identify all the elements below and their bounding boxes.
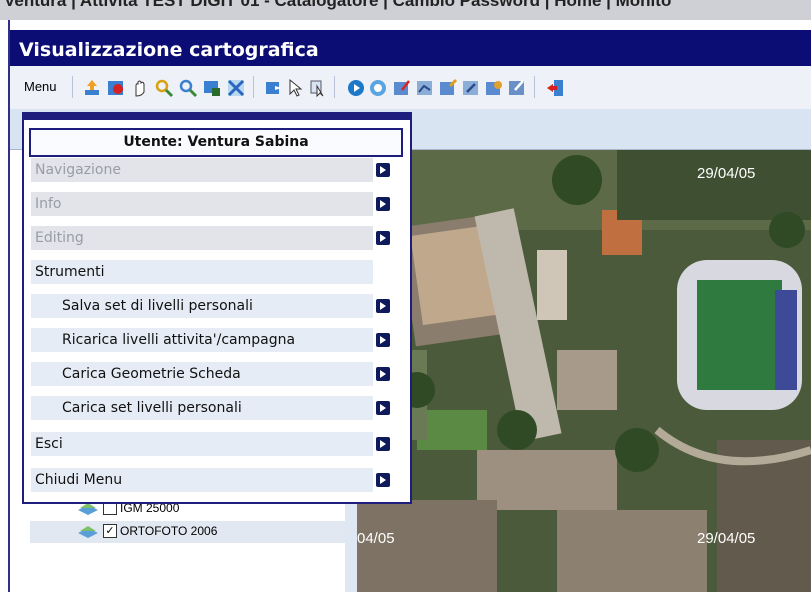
menu-item-label: Strumenti: [35, 264, 105, 280]
submenu-arrow-icon[interactable]: [376, 401, 390, 415]
toolbar: Menu: [10, 66, 811, 110]
upload-icon[interactable]: [82, 78, 102, 98]
orthophoto-image: [357, 150, 811, 592]
menu-item-label: Navigazione: [35, 162, 121, 178]
menu-item-label: Editing: [35, 230, 84, 246]
menu-item[interactable]: Strumenti: [31, 260, 373, 284]
submenu-arrow-icon[interactable]: [376, 231, 390, 245]
submenu-arrow-icon[interactable]: [376, 299, 390, 313]
user-label: Utente: Ventura Sabina: [29, 128, 403, 157]
layer-icon: [78, 526, 98, 538]
menu-item[interactable]: Ricarica livelli attivita'/campagna: [31, 328, 373, 352]
window-title: Visualizzazione cartografica: [19, 39, 319, 61]
select-region-icon[interactable]: [308, 78, 328, 98]
toolbar-separator: [253, 76, 254, 98]
map-date-bottom-left: 04/05: [357, 530, 395, 547]
select-arrow-icon[interactable]: [286, 78, 306, 98]
menu-item: Navigazione: [31, 158, 373, 182]
browser-title-strip: Ventura | Attivita TEST DIGIT 01 - Catal…: [0, 0, 811, 20]
toolbar-separator: [334, 76, 335, 98]
zoom-window-icon[interactable]: [202, 78, 222, 98]
info-icon[interactable]: [264, 78, 284, 98]
menu-item: Editing: [31, 226, 373, 250]
menu-button[interactable]: Menu: [24, 79, 57, 94]
exit-icon[interactable]: [545, 78, 565, 98]
menu-item[interactable]: Esci: [31, 432, 373, 456]
menu-item[interactable]: Salva set di livelli personali: [31, 294, 373, 318]
main-menu-popup: Utente: Ventura Sabina Navigazione Info Ed…: [22, 112, 412, 504]
map-date-bottom-right: 29/04/05: [697, 530, 756, 547]
full-extent-icon[interactable]: [226, 78, 246, 98]
menu-item-label: Chiudi Menu: [35, 472, 123, 488]
pan-hand-icon[interactable]: [130, 78, 150, 98]
zoom-out-icon[interactable]: [178, 78, 198, 98]
map-date-top: 29/04/05: [697, 165, 756, 182]
submenu-arrow-icon[interactable]: [376, 367, 390, 381]
popup-top-border: [24, 114, 410, 120]
edit-point-icon[interactable]: [392, 78, 412, 98]
play-icon[interactable]: [346, 78, 366, 98]
menu-item-label: Esci: [35, 436, 63, 452]
menu-item-label: Carica set livelli personali: [62, 400, 242, 416]
map-view[interactable]: 29/04/05 04/05 29/04/05: [357, 150, 811, 592]
edit-line-icon[interactable]: [415, 78, 435, 98]
menu-item[interactable]: Chiudi Menu: [31, 468, 373, 492]
menu-item-label: Salva set di livelli personali: [62, 298, 253, 314]
submenu-arrow-icon[interactable]: [376, 473, 390, 487]
layer-label: ORTOFOTO 2006: [120, 524, 218, 538]
menu-item-label: Ricarica livelli attivita'/campagna: [62, 332, 296, 348]
save-edit-icon[interactable]: [507, 78, 527, 98]
stop-icon[interactable]: [368, 78, 388, 98]
edit-vertex-icon[interactable]: [461, 78, 481, 98]
zoom-in-icon[interactable]: [154, 78, 174, 98]
submenu-arrow-icon[interactable]: [376, 197, 390, 211]
edit-polygon-icon[interactable]: [438, 78, 458, 98]
menu-item-label: Carica Geometrie Scheda: [62, 366, 241, 382]
layer-checkbox[interactable]: ✓: [103, 524, 117, 538]
toolbar-separator: [72, 76, 73, 98]
delete-icon[interactable]: [484, 78, 504, 98]
menu-item-label: Info: [35, 196, 62, 212]
submenu-arrow-icon[interactable]: [376, 333, 390, 347]
menu-item: Info: [31, 192, 373, 216]
submenu-arrow-icon[interactable]: [376, 163, 390, 177]
layer-row[interactable]: ✓ ORTOFOTO 2006: [30, 521, 345, 543]
submenu-arrow-icon[interactable]: [376, 437, 390, 451]
menu-item[interactable]: Carica set livelli personali: [31, 396, 373, 420]
browser-title-text: Ventura | Attivita TEST DIGIT 01 - Catal…: [4, 0, 672, 10]
window-titlebar: Visualizzazione cartografica: [10, 30, 811, 66]
menu-item[interactable]: Carica Geometrie Scheda: [31, 362, 373, 386]
toolbar-separator: [534, 76, 535, 98]
refresh-layers-icon[interactable]: [106, 78, 126, 98]
